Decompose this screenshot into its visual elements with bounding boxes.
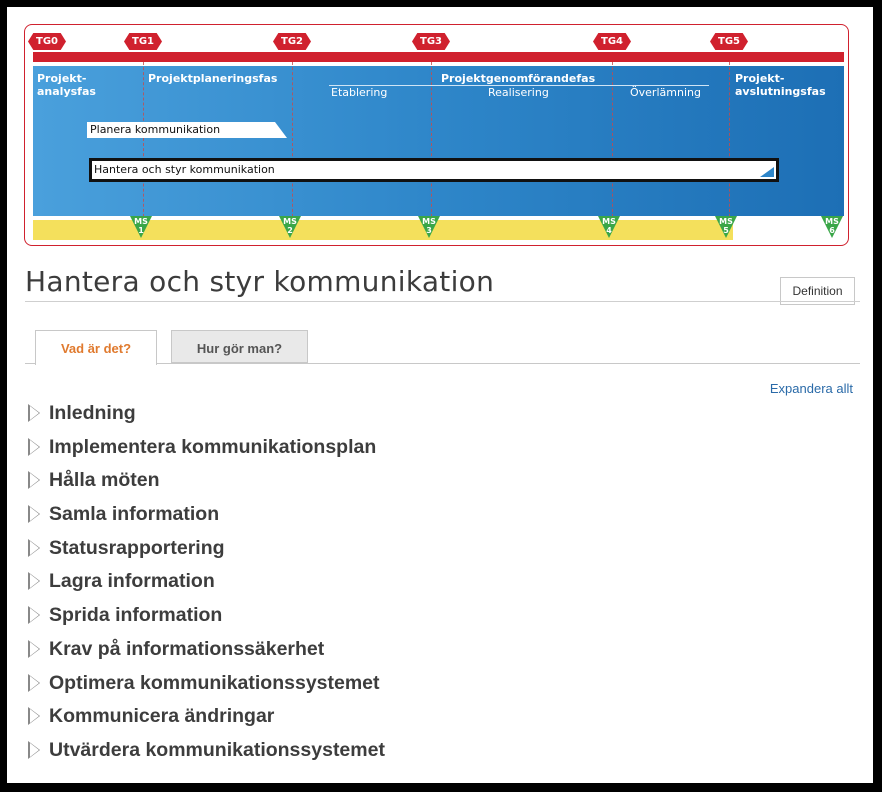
bar-corner-mark <box>760 167 774 177</box>
gate-tg4[interactable]: TG4 <box>593 33 631 50</box>
expand-triangle-inner <box>30 540 39 555</box>
timeline-phase-band <box>33 66 844 216</box>
project-timeline: TG0 TG1 TG2 TG3 TG4 TG5 Projekt- analysf… <box>24 24 849 246</box>
expand-all-link[interactable]: Expandera allt <box>770 381 853 396</box>
section-label: Samla information <box>49 503 220 526</box>
phase-analysis[interactable]: Projekt- analysfas <box>37 72 96 98</box>
section-item-status[interactable]: Statusrapportering <box>28 533 385 567</box>
gate-tg5[interactable]: TG5 <box>710 33 748 50</box>
subphase-overlamning: Överlämning <box>630 86 701 99</box>
gate-tg2[interactable]: TG2 <box>273 33 311 50</box>
expand-triangle-inner <box>30 675 39 690</box>
section-label: Optimera kommunikationssystemet <box>49 671 380 694</box>
section-item-andringar[interactable]: Kommunicera ändringar <box>28 701 385 735</box>
section-label: Statusrapportering <box>49 536 225 559</box>
section-label: Inledning <box>49 402 136 424</box>
phase-closing[interactable]: Projekt- avslutningsfas <box>735 72 826 98</box>
gate-line <box>431 62 432 222</box>
tab-vad-ar-det[interactable]: Vad är det? <box>35 330 157 365</box>
page-title: Hantera och styr kommunikation <box>25 265 495 298</box>
title-divider <box>25 301 860 302</box>
gate-line <box>729 62 730 222</box>
section-item-sprida[interactable]: Sprida information <box>28 600 385 634</box>
subphase-etablering: Etablering <box>331 86 388 99</box>
section-item-inledning[interactable]: Inledning <box>28 398 385 432</box>
phase-planning[interactable]: Projektplaneringsfas <box>148 72 277 85</box>
gate-line <box>143 62 144 222</box>
activity-bar-current[interactable]: Hantera och styr kommunikation <box>89 158 779 182</box>
expand-triangle-inner <box>30 608 39 623</box>
timeline-gate-track <box>33 52 844 62</box>
activity-bar-plan[interactable]: Planera kommunikation <box>87 122 287 138</box>
expand-triangle-inner <box>30 439 39 454</box>
section-item-implementera[interactable]: Implementera kommunikationsplan <box>28 432 385 466</box>
gate-tg3[interactable]: TG3 <box>412 33 450 50</box>
expand-triangle-inner <box>30 709 39 724</box>
page-frame: TG0 TG1 TG2 TG3 TG4 TG5 Projekt- analysf… <box>7 7 873 783</box>
expand-triangle-inner <box>30 574 39 589</box>
gate-tg1[interactable]: TG1 <box>124 33 162 50</box>
section-label: Krav på informationssäkerhet <box>49 637 325 660</box>
section-list: Inledning Implementera kommunikationspla… <box>28 398 385 769</box>
section-item-krav[interactable]: Krav på informationssäkerhet <box>28 634 385 668</box>
section-item-lagra[interactable]: Lagra information <box>28 566 385 600</box>
section-item-optimera[interactable]: Optimera kommunikationssystemet <box>28 668 385 702</box>
tab-hur-gor-man[interactable]: Hur gör man? <box>171 330 308 363</box>
section-label: Sprida information <box>49 604 223 627</box>
section-item-halla-moten[interactable]: Hålla möten <box>28 465 385 499</box>
expand-triangle-inner <box>30 742 39 757</box>
phase-execution[interactable]: Projektgenomförandefas <box>441 72 595 85</box>
section-item-utvardera[interactable]: Utvärdera kommunikationssystemet <box>28 735 385 769</box>
gate-tg0[interactable]: TG0 <box>28 33 66 50</box>
section-item-samla[interactable]: Samla information <box>28 499 385 533</box>
section-label: Hålla möten <box>49 469 160 492</box>
expand-triangle-inner <box>30 507 39 522</box>
activity-bar-label: Hantera och styr kommunikation <box>94 163 275 176</box>
expand-triangle-inner <box>30 406 39 420</box>
gate-line <box>612 62 613 222</box>
subphase-realisering: Realisering <box>488 86 549 99</box>
expand-triangle-inner <box>30 641 39 656</box>
section-label: Lagra information <box>49 570 215 593</box>
milestone-ms6[interactable]: MS 6 <box>821 216 843 238</box>
section-label: Implementera kommunikationsplan <box>49 435 377 458</box>
expand-triangle-inner <box>30 473 39 488</box>
gate-line <box>292 62 293 222</box>
section-label: Utvärdera kommunikationssystemet <box>49 738 385 761</box>
section-label: Kommunicera ändringar <box>49 705 275 728</box>
